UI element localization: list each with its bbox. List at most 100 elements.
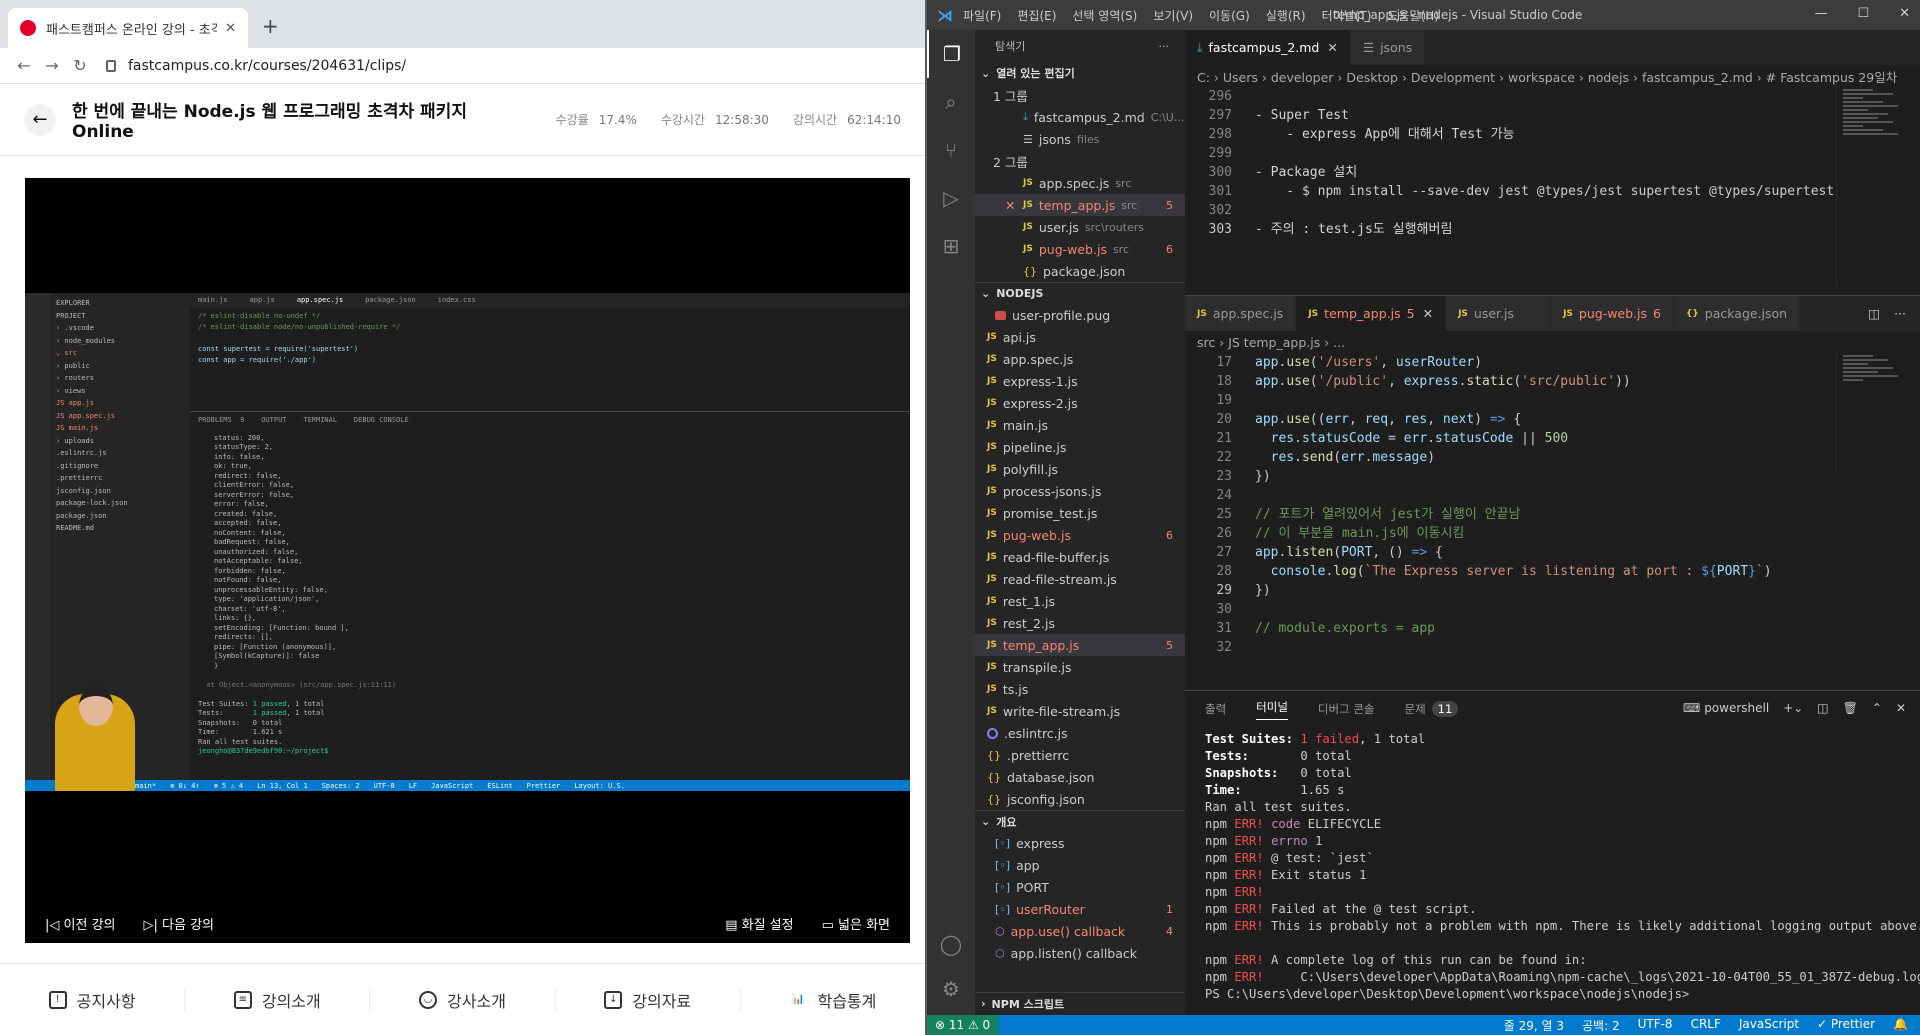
next-lecture-button[interactable]: ▷| 다음 강의 — [144, 914, 215, 933]
close-tab-icon[interactable]: ✕ — [1327, 40, 1337, 55]
more-actions-icon[interactable]: ··· — [1894, 306, 1906, 321]
outline-item[interactable]: [◦] userRouter 1 — [975, 898, 1185, 920]
search-icon[interactable]: ⌕ — [927, 78, 975, 126]
back-arrow-icon[interactable]: ← — [10, 56, 38, 75]
menu-item[interactable]: 보기(V) — [1153, 9, 1193, 23]
kill-terminal-icon[interactable]: 🗑 — [1843, 701, 1858, 715]
status-cursor[interactable]: 줄 29, 열 3 — [1504, 1017, 1564, 1034]
close-tab-icon[interactable]: ✕ — [1423, 306, 1433, 321]
status-eol[interactable]: CRLF — [1691, 1017, 1721, 1034]
nav-stats[interactable]: 📊 학습통계 — [741, 988, 925, 1012]
file-tree-item[interactable]: .eslintrc.js — [975, 722, 1185, 744]
nodejs-section[interactable]: ⌄ NODEJS — [975, 282, 1185, 304]
status-spaces[interactable]: 공백: 2 — [1582, 1017, 1620, 1034]
open-editor-item[interactable]: JS app.spec.js src — [975, 172, 1185, 194]
terminal-output[interactable]: Test Suites: 1 failed, 1 total Tests: 0 t… — [1185, 731, 1920, 1003]
close-tab-icon[interactable]: ✕ — [225, 21, 236, 36]
file-tree-item[interactable]: JS express-1.js — [975, 370, 1185, 392]
npm-scripts-section[interactable]: › NPM 스크립트 — [975, 992, 1185, 1014]
new-tab-icon[interactable]: + — [262, 14, 279, 38]
file-tree-item[interactable]: {} jsconfig.json — [975, 788, 1185, 810]
menu-item[interactable]: 파일(F) — [963, 9, 1001, 23]
nav-course-intro[interactable]: ≡ 강의소개 — [185, 987, 371, 1012]
quality-settings-button[interactable]: ▤ 화질 설정 — [725, 914, 793, 933]
minimize-icon[interactable]: — — [1814, 6, 1827, 21]
extensions-icon[interactable]: ⊞ — [927, 222, 975, 270]
browser-tab[interactable]: 패스트캠퍼스 온라인 강의 - 초격차 ✕ — [8, 8, 248, 48]
editor-tab[interactable]: {} package.json — [1673, 296, 1801, 331]
file-tree-item[interactable]: JS rest_1.js — [975, 590, 1185, 612]
open-editor-item[interactable]: ☰ jsons files — [975, 128, 1185, 150]
source-control-icon[interactable]: ⑂ — [927, 126, 975, 174]
settings-gear-icon[interactable]: ⚙ — [927, 965, 975, 1013]
forward-arrow-icon[interactable]: → — [38, 56, 66, 75]
maximize-icon[interactable]: ☐ — [1857, 6, 1869, 21]
javascript-code[interactable]: 17 app.use('/users', userRouter) 18 app.us… — [1185, 353, 1920, 657]
account-icon[interactable]: ◯ — [927, 920, 975, 968]
status-language[interactable]: JavaScript — [1739, 1017, 1799, 1034]
open-editor-item[interactable]: {} package.json — [975, 260, 1185, 282]
prev-lecture-button[interactable]: |◁ 이전 강의 — [45, 914, 116, 933]
file-tree-item[interactable]: JS main.js — [975, 414, 1185, 436]
close-panel-icon[interactable]: ✕ — [1896, 701, 1906, 715]
close-window-icon[interactable]: ✕ — [1899, 6, 1910, 21]
open-editor-item[interactable]: ✕ JS temp_app.js src 5 — [975, 194, 1185, 216]
file-tree-item[interactable]: JS read-file-stream.js — [975, 568, 1185, 590]
tab-problems[interactable]: 문제 11 — [1404, 701, 1459, 717]
minimap[interactable] — [1836, 87, 1906, 287]
file-tree-item[interactable]: JS pipeline.js — [975, 436, 1185, 458]
file-tree-item[interactable]: JS read-file-buffer.js — [975, 546, 1185, 568]
outline-item[interactable]: [◦] PORT — [975, 876, 1185, 898]
file-tree-item[interactable]: JS pug-web.js 6 — [975, 524, 1185, 546]
more-actions-icon[interactable]: ··· — [1159, 40, 1170, 53]
file-tree-item[interactable]: JS rest_2.js — [975, 612, 1185, 634]
close-editor-icon[interactable]: ✕ — [1005, 198, 1023, 213]
file-tree-item[interactable]: JS transpile.js — [975, 656, 1185, 678]
outline-item[interactable]: ⬡ app.listen() callback — [975, 942, 1185, 964]
explorer-icon[interactable]: ❐ — [927, 30, 975, 78]
editor-tab[interactable]: JS app.spec.js — [1185, 296, 1297, 331]
menu-item[interactable]: 실행(R) — [1266, 9, 1306, 23]
editor-tab[interactable]: JS pug-web.js 6 — [1551, 296, 1674, 331]
wide-screen-button[interactable]: ▭ 넓은 화면 — [822, 914, 890, 933]
editor-2-breadcrumb[interactable]: src › JS temp_app.js › ... — [1185, 331, 1920, 353]
open-editor-item[interactable]: JS pug-web.js src 6 — [975, 238, 1185, 260]
file-tree-item[interactable]: user-profile.pug — [975, 304, 1185, 326]
file-tree-item[interactable]: JS polyfill.js — [975, 458, 1185, 480]
menu-item[interactable]: 편집(E) — [1017, 9, 1056, 23]
menu-item[interactable]: 이동(G) — [1209, 9, 1250, 23]
tab-debug-console[interactable]: 디버그 콘솔 — [1318, 701, 1375, 717]
terminal-shell-select[interactable]: ⌨ powershell — [1683, 701, 1769, 715]
tab-jsons[interactable]: ☰ jsons — [1350, 30, 1426, 65]
reload-icon[interactable]: ↻ — [66, 56, 94, 75]
file-tree-item[interactable]: JS api.js — [975, 326, 1185, 348]
file-tree-item[interactable]: JS write-file-stream.js — [975, 700, 1185, 722]
file-tree-item[interactable]: JS process-jsons.js — [975, 480, 1185, 502]
split-editor-icon[interactable]: ◫ — [1868, 306, 1880, 321]
editor-tab[interactable]: JS temp_app.js 5 ✕ — [1296, 296, 1447, 331]
editor-tab[interactable]: JS user.js — [1446, 296, 1552, 331]
file-tree-item[interactable]: {} .prettierrc — [975, 744, 1185, 766]
outline-item[interactable]: [◦] express — [975, 832, 1185, 854]
tab-terminal[interactable]: 터미널 — [1256, 699, 1288, 720]
tab-fastcampus-md[interactable]: ⤓ fastcampus_2.md ✕ — [1185, 30, 1351, 65]
outline-section[interactable]: ⌄ 개요 — [975, 810, 1185, 832]
open-editor-item[interactable]: ⤓ fastcampus_2.md C:\U... — [975, 106, 1185, 128]
minimap-2[interactable] — [1836, 353, 1906, 473]
menu-item[interactable]: 선택 영역(S) — [1072, 9, 1137, 23]
video-player[interactable]: EXPLORER PROJECT › .vscode › node_modules ⌄ … — [25, 178, 910, 943]
status-prettier[interactable]: ✓ Prettier — [1817, 1017, 1875, 1034]
file-tree-item[interactable]: JS temp_app.js 5 — [975, 634, 1185, 656]
file-tree-item[interactable]: {} database.json — [975, 766, 1185, 788]
notification-bell-icon[interactable]: 🔔 — [1893, 1017, 1908, 1034]
file-tree-item[interactable]: JS promise_test.js — [975, 502, 1185, 524]
run-debug-icon[interactable]: ▷ — [927, 174, 975, 222]
nav-notice[interactable]: ! 공지사항 — [0, 987, 186, 1012]
markdown-code[interactable]: 296 297 - Super Test 298 - express App에 대해서… — [1185, 87, 1920, 239]
file-tree-item[interactable]: JS app.spec.js — [975, 348, 1185, 370]
url-input[interactable]: fastcampus.co.kr/courses/204631/clips/ — [106, 58, 406, 74]
editor-1-breadcrumb[interactable]: C: › Users › developer › Desktop › Devel… — [1185, 65, 1920, 87]
open-editors-section[interactable]: ⌄ 열려 있는 편집기 — [975, 62, 1185, 84]
nav-materials[interactable]: ↓ 강의자료 — [556, 987, 741, 1012]
status-encoding[interactable]: UTF-8 — [1638, 1017, 1673, 1034]
